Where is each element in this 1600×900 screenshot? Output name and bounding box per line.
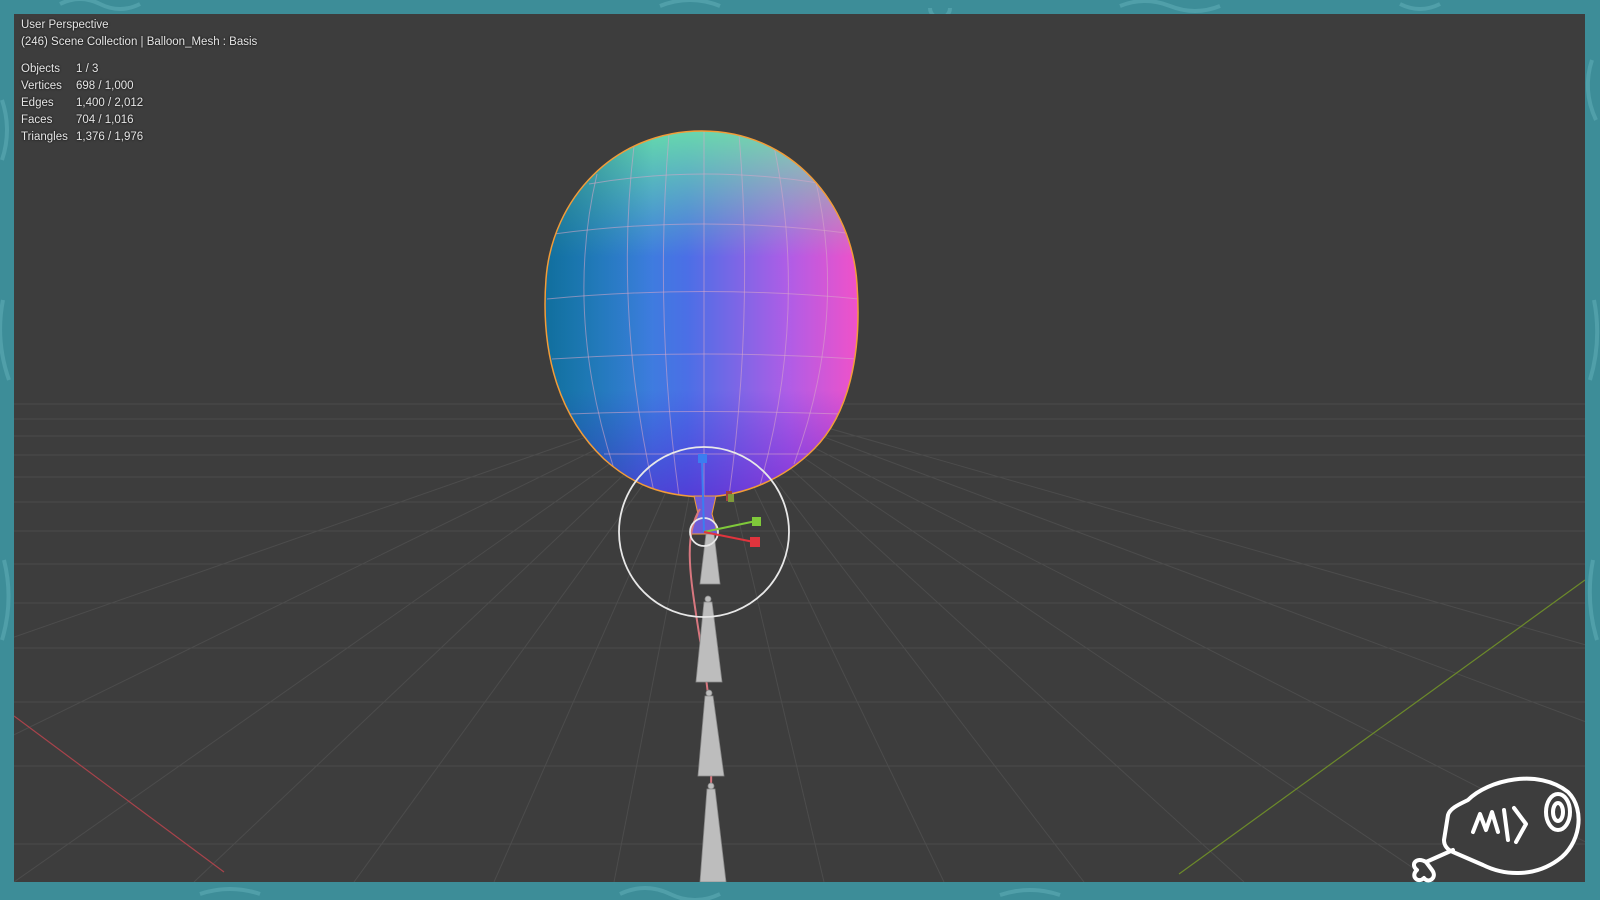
stat-value: 1 / 3: [76, 63, 99, 75]
armature-bones[interactable]: [695, 533, 727, 882]
stat-row-objects: Objects 1 / 3: [21, 61, 143, 78]
ground-grid: [14, 393, 1585, 882]
stat-label: Edges: [21, 97, 54, 109]
viewport-title: User Perspective: [21, 19, 109, 31]
stat-value: 1,376 / 1,976: [76, 131, 144, 143]
stat-label: Triangles: [21, 131, 68, 143]
drumstick-logo-icon: [1412, 776, 1581, 883]
stat-row-vertices: Vertices 698 / 1,000: [21, 78, 143, 95]
stat-row-triangles: Triangles 1,376 / 1,976: [21, 129, 143, 146]
scene-statistics: Objects 1 / 3 Vertices 698 / 1,000 Edges…: [21, 61, 143, 146]
stat-label: Objects: [21, 63, 60, 75]
scene-canvas[interactable]: [14, 14, 1585, 882]
stat-row-faces: Faces 704 / 1,016: [21, 112, 143, 129]
viewport-context: (246) Scene Collection | Balloon_Mesh : …: [21, 36, 258, 48]
3d-viewport[interactable]: User Perspective (246) Scene Collection …: [14, 14, 1585, 882]
x-axis-line: [14, 715, 225, 873]
stat-value: 704 / 1,016: [76, 114, 134, 126]
stat-label: Faces: [21, 114, 53, 126]
stat-value: 1,400 / 2,012: [76, 97, 144, 109]
stat-value: 698 / 1,000: [76, 80, 134, 92]
stat-row-edges: Edges 1,400 / 2,012: [21, 95, 143, 112]
stat-label: Vertices: [21, 80, 62, 92]
balloon-mesh[interactable]: [534, 124, 874, 535]
